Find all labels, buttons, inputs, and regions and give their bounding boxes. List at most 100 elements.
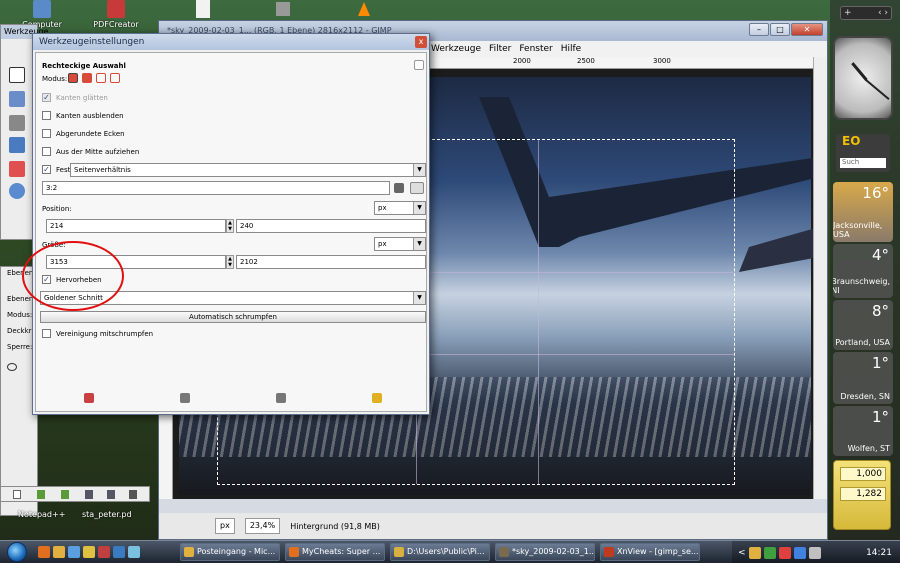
ruler-tick: 2000	[513, 57, 531, 65]
paintbrush-tool-icon[interactable]	[9, 91, 25, 107]
trash-icon[interactable]	[394, 183, 404, 193]
mode-add-icon[interactable]	[82, 73, 92, 83]
autoshrink-button[interactable]: Automatisch schrumpfen	[40, 311, 426, 323]
new-layer-icon[interactable]	[13, 490, 21, 499]
mode-subtract-icon[interactable]	[96, 73, 106, 83]
volume-icon[interactable]	[808, 546, 821, 559]
zoom-select[interactable]: 23,4%	[244, 518, 281, 534]
antialias-checkbox[interactable]	[42, 93, 51, 102]
menu-werkzeuge[interactable]: Werkzeuge	[431, 41, 481, 57]
tray-expand-icon[interactable]: <	[738, 548, 746, 558]
ruler-tick: 2500	[577, 57, 595, 65]
shrink-merged-label: Vereinigung mitschrumpfen	[56, 330, 154, 338]
maximize-button[interactable]: □	[770, 23, 790, 36]
tray-icon[interactable]	[748, 546, 761, 559]
shrink-merged-checkbox[interactable]	[42, 329, 51, 338]
raise-layer-icon[interactable]	[37, 490, 45, 499]
delete-layer-icon[interactable]	[129, 490, 137, 499]
weather-gadget-4[interactable]: 1° Dresden, SN	[833, 352, 893, 404]
menu-hilfe[interactable]: Hilfe	[561, 41, 581, 57]
reset-options-icon[interactable]	[372, 393, 382, 403]
flip-tool-icon[interactable]	[9, 137, 25, 153]
eraser-tool-icon[interactable]	[9, 161, 25, 177]
tray-icon[interactable]	[778, 546, 791, 559]
taskbar-item-outlook[interactable]: Posteingang - Mic...	[180, 543, 280, 561]
orientation-icon[interactable]	[410, 182, 424, 194]
rounded-label: Abgerundete Ecken	[56, 130, 125, 138]
vlc-cone-icon[interactable]	[358, 2, 370, 16]
desktop-icon-pdfcreator[interactable]: PDFCreator	[86, 0, 146, 29]
switch-windows-icon[interactable]	[128, 546, 140, 558]
currency-value-1: 1,000	[840, 467, 886, 481]
start-button[interactable]	[0, 541, 34, 563]
panel-menu-icon[interactable]	[414, 60, 424, 70]
taskbar-item-firefox[interactable]: MyCheats: Super ...	[285, 543, 385, 561]
size-unit-select[interactable]: px ▼	[374, 237, 426, 251]
close-button[interactable]: ✕	[791, 23, 823, 36]
outlook-icon[interactable]	[53, 546, 65, 558]
delete-options-icon[interactable]	[276, 393, 286, 403]
fixed-select-value: Seitenverhältnis	[74, 166, 131, 174]
position-unit-select[interactable]: px ▼	[374, 201, 426, 215]
layers-toolbar	[0, 486, 150, 502]
desktop-icon[interactable]	[113, 546, 125, 558]
fixed-checkbox[interactable]	[42, 165, 51, 174]
eye-icon[interactable]	[7, 363, 17, 371]
minimize-button[interactable]: –	[749, 23, 769, 36]
clock-gadget[interactable]	[833, 36, 893, 120]
weather-gadget-2[interactable]: 4° Braunschweig, NI	[833, 244, 893, 298]
rounded-checkbox[interactable]	[42, 129, 51, 138]
weather-gadget-5[interactable]: 1° Wolfen, ST	[833, 406, 893, 456]
taskbar-item-gimp[interactable]: *sky_2009-02-03_1...	[495, 543, 595, 561]
rect-select-tool-icon[interactable]	[9, 67, 25, 83]
position-y-field[interactable]: 240	[236, 219, 426, 233]
folder-icon[interactable]	[83, 546, 95, 558]
tray-icon[interactable]	[763, 546, 776, 559]
ie-icon[interactable]	[68, 546, 80, 558]
network-icon[interactable]	[793, 546, 806, 559]
expand-center-checkbox[interactable]	[42, 147, 51, 156]
desktop-icon-label: PDFCreator	[93, 20, 139, 29]
duplicate-layer-icon[interactable]	[85, 490, 93, 499]
pencil-icon[interactable]	[276, 2, 290, 16]
position-x-field[interactable]: 214	[46, 219, 226, 233]
weather-gadget-1[interactable]: 16° Jacksonville, USA	[833, 182, 893, 242]
sidebar-nav-icon[interactable]: ‹ ›	[878, 8, 888, 18]
dialog-close-button[interactable]: x	[415, 36, 427, 48]
mode-intersect-icon[interactable]	[110, 73, 120, 83]
save-options-icon[interactable]	[84, 393, 94, 403]
computer-icon	[33, 0, 51, 18]
document-icon[interactable]	[196, 0, 210, 18]
position-x-stepper[interactable]: ▲ ▼	[226, 219, 234, 233]
size-width-stepper[interactable]: ▲ ▼	[226, 255, 234, 269]
app-icon[interactable]	[98, 546, 110, 558]
feather-checkbox[interactable]	[42, 111, 51, 120]
mode-replace-icon[interactable]	[68, 73, 78, 83]
fixed-select[interactable]: Seitenverhältnis ▼	[70, 163, 426, 177]
search-input[interactable]: Such	[840, 158, 886, 168]
weather-gadget-3[interactable]: 8° Portland, USA	[833, 300, 893, 350]
move-tool-icon[interactable]	[9, 115, 25, 131]
menu-fenster[interactable]: Fenster	[519, 41, 552, 57]
taskbar-item-xnview[interactable]: XnView - [gimp_se...	[600, 543, 700, 561]
anchor-layer-icon[interactable]	[107, 490, 115, 499]
desktop-label-pdf[interactable]: sta_peter.pd	[82, 510, 132, 519]
vertical-scrollbar[interactable]	[813, 57, 827, 499]
add-gadget-icon[interactable]: +	[844, 8, 852, 18]
desktop-label-notepad[interactable]: Notepad++	[18, 510, 65, 519]
golden-ratio-guide	[538, 140, 539, 484]
ratio-field[interactable]: 3:2	[42, 181, 390, 195]
windows-orb-icon	[7, 542, 27, 562]
firefox-icon[interactable]	[38, 546, 50, 558]
lock-label: Sperre:	[7, 343, 33, 351]
lower-layer-icon[interactable]	[61, 490, 69, 499]
menu-filter[interactable]: Filter	[489, 41, 511, 57]
unit-select[interactable]: px	[215, 518, 235, 534]
taskbar-item-explorer[interactable]: D:\Users\Public\Pi...	[390, 543, 490, 561]
size-height-field[interactable]: 2102	[236, 255, 426, 269]
sidebar-controls[interactable]: + ‹ ›	[840, 6, 892, 20]
dodge-tool-icon[interactable]	[9, 183, 25, 199]
currency-gadget[interactable]: 1,000 1,282	[833, 460, 891, 530]
restore-options-icon[interactable]	[180, 393, 190, 403]
clock-time[interactable]: 14:21	[866, 548, 892, 558]
